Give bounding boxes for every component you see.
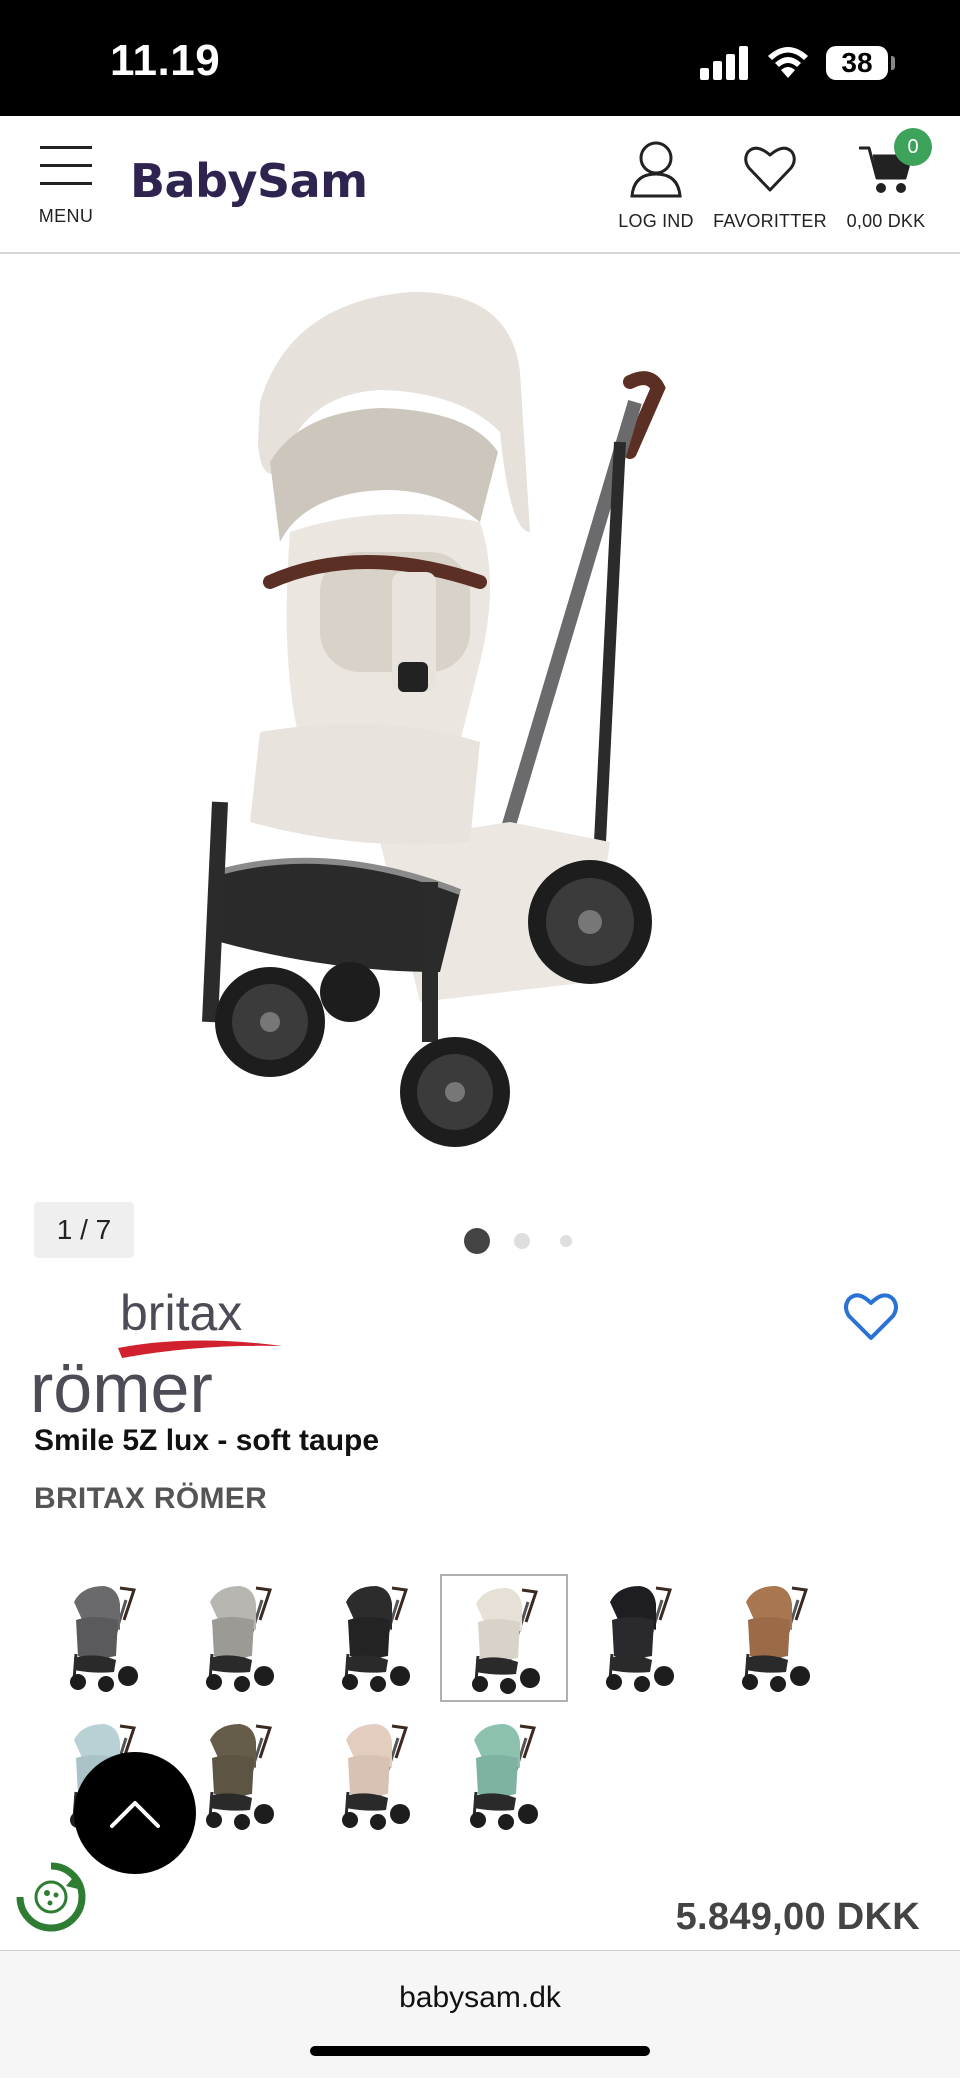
stroller-thumbnail-icon [70,1586,138,1692]
stroller-thumbnail-icon [206,1724,274,1830]
cart-count-badge: 0 [894,128,932,166]
color-variant-thumb[interactable] [440,1574,568,1702]
scroll-to-top-button[interactable] [74,1752,196,1874]
heart-icon [744,146,796,192]
page: { "status_bar": { "time": "11.19", "batt… [0,0,960,2078]
home-indicator[interactable] [310,2046,650,2056]
menu-label: MENU [38,206,94,226]
cellular-signal-icon [700,46,748,80]
color-variant-thumb[interactable] [176,1574,304,1702]
status-time: 11.19 [110,36,221,85]
wifi-icon [768,47,808,78]
pagination-dot[interactable] [560,1235,572,1247]
cart-total-label: 0,00 DKK [846,211,926,231]
battery-icon: 38 [826,46,888,80]
stroller-thumbnail-icon [472,1588,540,1694]
pagination-dot[interactable] [514,1233,530,1249]
browser-address-bar: babysam.dk [0,1950,960,2078]
cart-button[interactable]: 0 0,00 DKK [846,128,932,232]
menu-icon [40,146,92,186]
stroller-thumbnail-icon [742,1586,810,1692]
image-counter: 1 / 7 [34,1202,134,1258]
pagination-dot[interactable] [464,1228,490,1254]
login-button[interactable]: LOG IND [616,140,696,232]
add-to-favorites-heart-icon[interactable] [842,1290,900,1344]
color-variant-thumb[interactable] [40,1574,168,1702]
login-label: LOG IND [618,211,694,231]
stroller-thumbnail-icon [342,1586,410,1692]
status-bar: 11.19 38 [0,0,960,116]
user-icon [630,141,682,198]
brand-logo: britax römer [30,1285,282,1418]
stroller-thumbnail-icon [342,1724,410,1830]
site-logo[interactable]: BabySam [130,154,368,208]
recycle-icon[interactable] [16,1862,86,1932]
svg-text:römer: römer [30,1349,213,1418]
favorites-button[interactable]: FAVORITTER [712,140,828,232]
menu-button[interactable]: MENU [30,146,102,236]
color-variant-thumb[interactable] [440,1712,568,1840]
site-header: MENU BabySam LOG IND FAVORITTER 0 0,00 D… [0,116,960,254]
stroller-thumbnail-icon [606,1586,674,1692]
color-variant-thumb[interactable] [576,1574,704,1702]
url-label[interactable]: babysam.dk [0,1981,960,2015]
product-brand[interactable]: BRITAX RÖMER [34,1482,267,1516]
product-price: 5.849,00 DKK [675,1896,920,1938]
chevron-up-icon [110,1801,160,1828]
color-variant-thumb[interactable] [312,1574,440,1702]
battery-tip [891,56,895,70]
product-title: Smile 5Z lux - soft taupe [34,1424,380,1457]
stroller-thumbnail-icon [206,1586,274,1692]
color-variant-thumb[interactable] [712,1574,840,1702]
color-variant-thumb[interactable] [312,1712,440,1840]
product-image[interactable] [180,282,740,1182]
svg-text:britax: britax [120,1285,242,1341]
favorites-label: FAVORITTER [713,211,827,231]
stroller-thumbnail-icon [470,1724,538,1830]
